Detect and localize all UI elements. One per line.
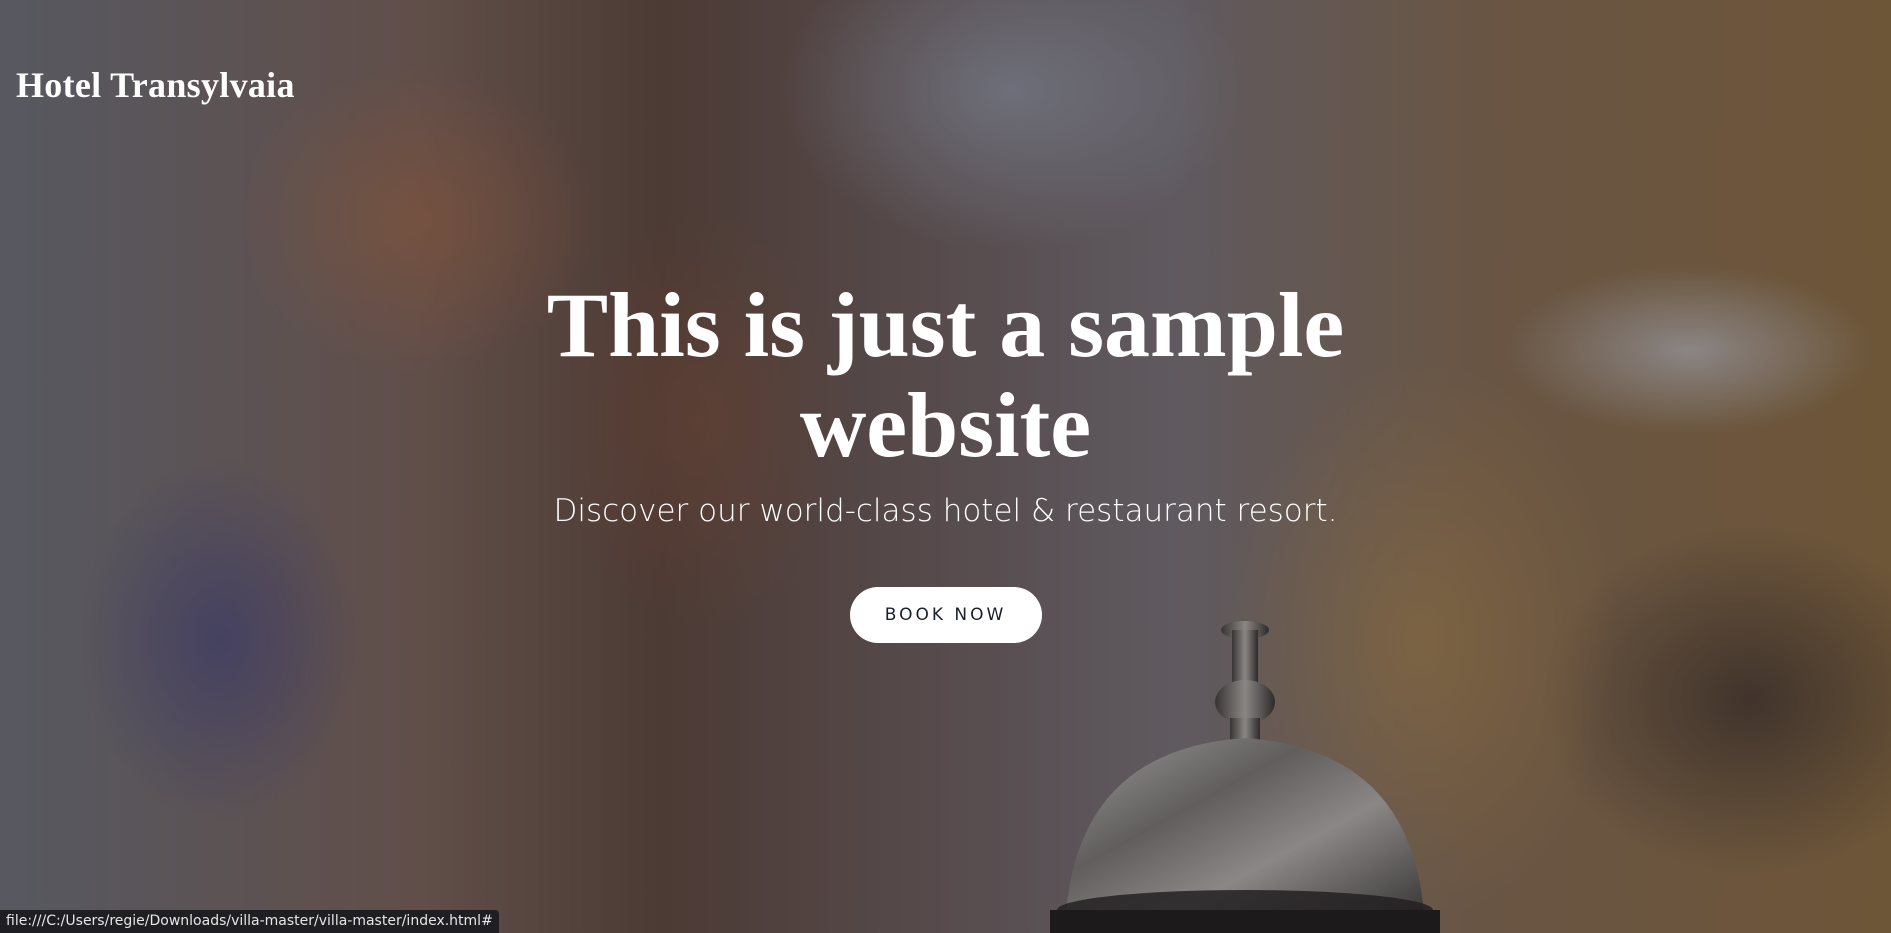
hero-content: This is just a sample website Discover o… [0, 275, 1891, 643]
browser-status-bar: file:///C:/Users/regie/Downloads/villa-m… [0, 910, 499, 933]
book-now-button[interactable]: BOOK NOW [849, 587, 1042, 643]
brand-logo[interactable]: Hotel Transylvaia [16, 64, 295, 106]
hero-subtitle: Discover our world-class hotel & restaur… [553, 493, 1338, 529]
hero-title: This is just a sample website [546, 274, 1345, 476]
hero-section: Hotel Transylvaia This is just a sample … [0, 0, 1891, 933]
